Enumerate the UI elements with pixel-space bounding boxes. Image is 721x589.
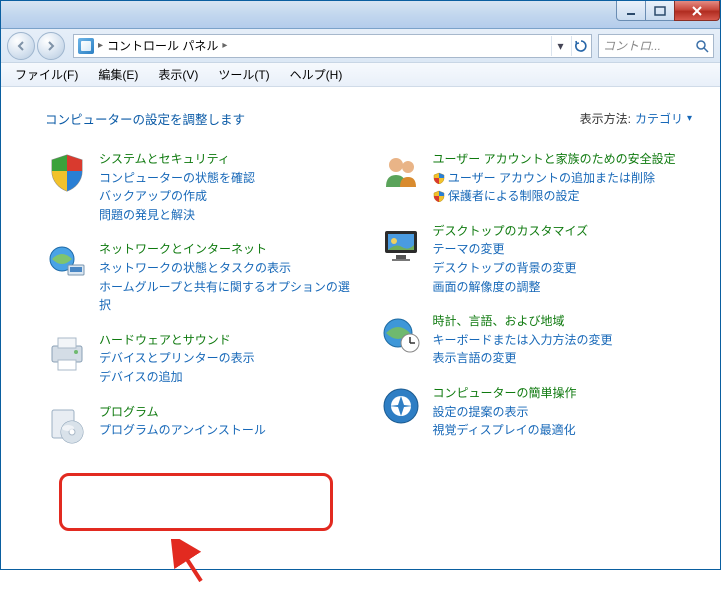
category-programs: プログラム プログラムのアンインストール: [45, 403, 359, 447]
menu-help[interactable]: ヘルプ(H): [282, 64, 351, 85]
task-link[interactable]: キーボードまたは入力方法の変更: [433, 331, 693, 350]
task-link[interactable]: 表示言語の変更: [433, 349, 693, 368]
category-user-accounts: ユーザー アカウントと家族のための安全設定 ユーザー アカウントの追加または削除…: [379, 150, 693, 206]
breadcrumb[interactable]: ▸ コントロール パネル ▸: [76, 37, 549, 54]
task-link[interactable]: テーマの変更: [433, 240, 693, 259]
annotation-highlight-box: [59, 473, 333, 531]
search-input[interactable]: コントロ...: [598, 34, 714, 58]
breadcrumb-root: コントロール パネル: [107, 37, 218, 54]
category-title[interactable]: ネットワークとインターネット: [99, 242, 267, 256]
window-titlebar: [1, 1, 720, 29]
refresh-icon: [574, 39, 588, 53]
chevron-down-icon[interactable]: ▾: [687, 113, 692, 124]
category-clock-language: 時計、言語、および地域 キーボードまたは入力方法の変更 表示言語の変更: [379, 312, 693, 368]
printer-icon: [45, 331, 89, 375]
content-header: コンピューターの設定を調整します 表示方法: カテゴリ ▾: [45, 109, 692, 128]
category-title[interactable]: プログラム: [99, 405, 159, 419]
content-area: コンピューターの設定を調整します 表示方法: カテゴリ ▾ システムとセキュリテ…: [1, 87, 720, 473]
category-title[interactable]: システムとセキュリティ: [99, 152, 230, 166]
category-title[interactable]: ハードウェアとサウンド: [99, 333, 231, 347]
task-link[interactable]: バックアップの作成: [99, 187, 359, 206]
category-title[interactable]: ユーザー アカウントと家族のための安全設定: [433, 152, 676, 166]
task-link[interactable]: プログラムのアンインストール: [99, 421, 359, 440]
shield-icon: [45, 150, 89, 194]
task-link[interactable]: デバイスとプリンターの表示: [99, 349, 359, 368]
menu-edit[interactable]: 編集(E): [90, 64, 146, 85]
task-link[interactable]: コンピューターの状態を確認: [99, 169, 359, 188]
address-dropdown[interactable]: ▾: [551, 36, 569, 56]
uac-shield-icon: [433, 172, 445, 184]
category-title[interactable]: デスクトップのカスタマイズ: [433, 224, 589, 238]
menu-bar: ファイル(F) 編集(E) 表示(V) ツール(T) ヘルプ(H): [1, 63, 720, 87]
programs-icon: [45, 403, 89, 447]
chevron-right-icon: ▸: [222, 40, 227, 51]
category-columns: システムとセキュリティ コンピューターの状態を確認 バックアップの作成 問題の発…: [45, 150, 692, 463]
minimize-button[interactable]: [616, 1, 646, 21]
menu-view[interactable]: 表示(V): [150, 64, 206, 85]
monitor-icon: [379, 222, 423, 266]
annotation-arrow-icon: [171, 539, 211, 589]
task-link[interactable]: ホームグループと共有に関するオプションの選択: [99, 278, 359, 315]
task-link[interactable]: 視覚ディスプレイの最適化: [433, 421, 693, 440]
task-link[interactable]: 保護者による制限の設定: [433, 187, 693, 206]
task-link[interactable]: ユーザー アカウントの追加または削除: [433, 169, 693, 188]
task-link[interactable]: ネットワークの状態とタスクの表示: [99, 259, 359, 278]
search-placeholder: コントロ...: [603, 37, 661, 54]
category-title[interactable]: コンピューターの簡単操作: [433, 386, 577, 400]
category-appearance: デスクトップのカスタマイズ テーマの変更 デスクトップの背景の変更 画面の解像度…: [379, 222, 693, 296]
close-button[interactable]: [674, 1, 720, 21]
address-bar[interactable]: ▸ コントロール パネル ▸ ▾: [73, 34, 592, 58]
view-mode-label: 表示方法:: [580, 110, 631, 127]
refresh-button[interactable]: [571, 36, 589, 56]
right-column: ユーザー アカウントと家族のための安全設定 ユーザー アカウントの追加または削除…: [379, 150, 693, 463]
globe-network-icon: [45, 240, 89, 284]
menu-tools[interactable]: ツール(T): [210, 64, 277, 85]
globe-clock-icon: [379, 312, 423, 356]
left-column: システムとセキュリティ コンピューターの状態を確認 バックアップの作成 問題の発…: [45, 150, 359, 463]
task-link[interactable]: 設定の提案の表示: [433, 403, 693, 422]
control-panel-icon: [78, 38, 94, 54]
task-link[interactable]: 問題の発見と解決: [99, 206, 359, 225]
nav-buttons: [7, 32, 67, 60]
users-icon: [379, 150, 423, 194]
category-system-security: システムとセキュリティ コンピューターの状態を確認 バックアップの作成 問題の発…: [45, 150, 359, 224]
uac-shield-icon: [433, 190, 445, 202]
task-link[interactable]: デバイスの追加: [99, 368, 359, 387]
view-mode: 表示方法: カテゴリ ▾: [580, 110, 692, 127]
maximize-button[interactable]: [645, 1, 675, 21]
menu-file[interactable]: ファイル(F): [7, 64, 86, 85]
page-title: コンピューターの設定を調整します: [45, 109, 245, 128]
category-ease-of-access: コンピューターの簡単操作 設定の提案の表示 視覚ディスプレイの最適化: [379, 384, 693, 440]
category-title[interactable]: 時計、言語、および地域: [433, 314, 565, 328]
view-mode-value[interactable]: カテゴリ: [635, 110, 683, 127]
category-network: ネットワークとインターネット ネットワークの状態とタスクの表示 ホームグループと…: [45, 240, 359, 314]
back-button[interactable]: [7, 32, 35, 60]
forward-button[interactable]: [37, 32, 65, 60]
navigation-bar: ▸ コントロール パネル ▸ ▾ コントロ...: [1, 29, 720, 63]
ease-of-access-icon: [379, 384, 423, 428]
task-link[interactable]: デスクトップの背景の変更: [433, 259, 693, 278]
search-icon: [695, 39, 709, 53]
category-hardware: ハードウェアとサウンド デバイスとプリンターの表示 デバイスの追加: [45, 331, 359, 387]
task-link[interactable]: 画面の解像度の調整: [433, 278, 693, 297]
chevron-right-icon: ▸: [98, 40, 103, 51]
